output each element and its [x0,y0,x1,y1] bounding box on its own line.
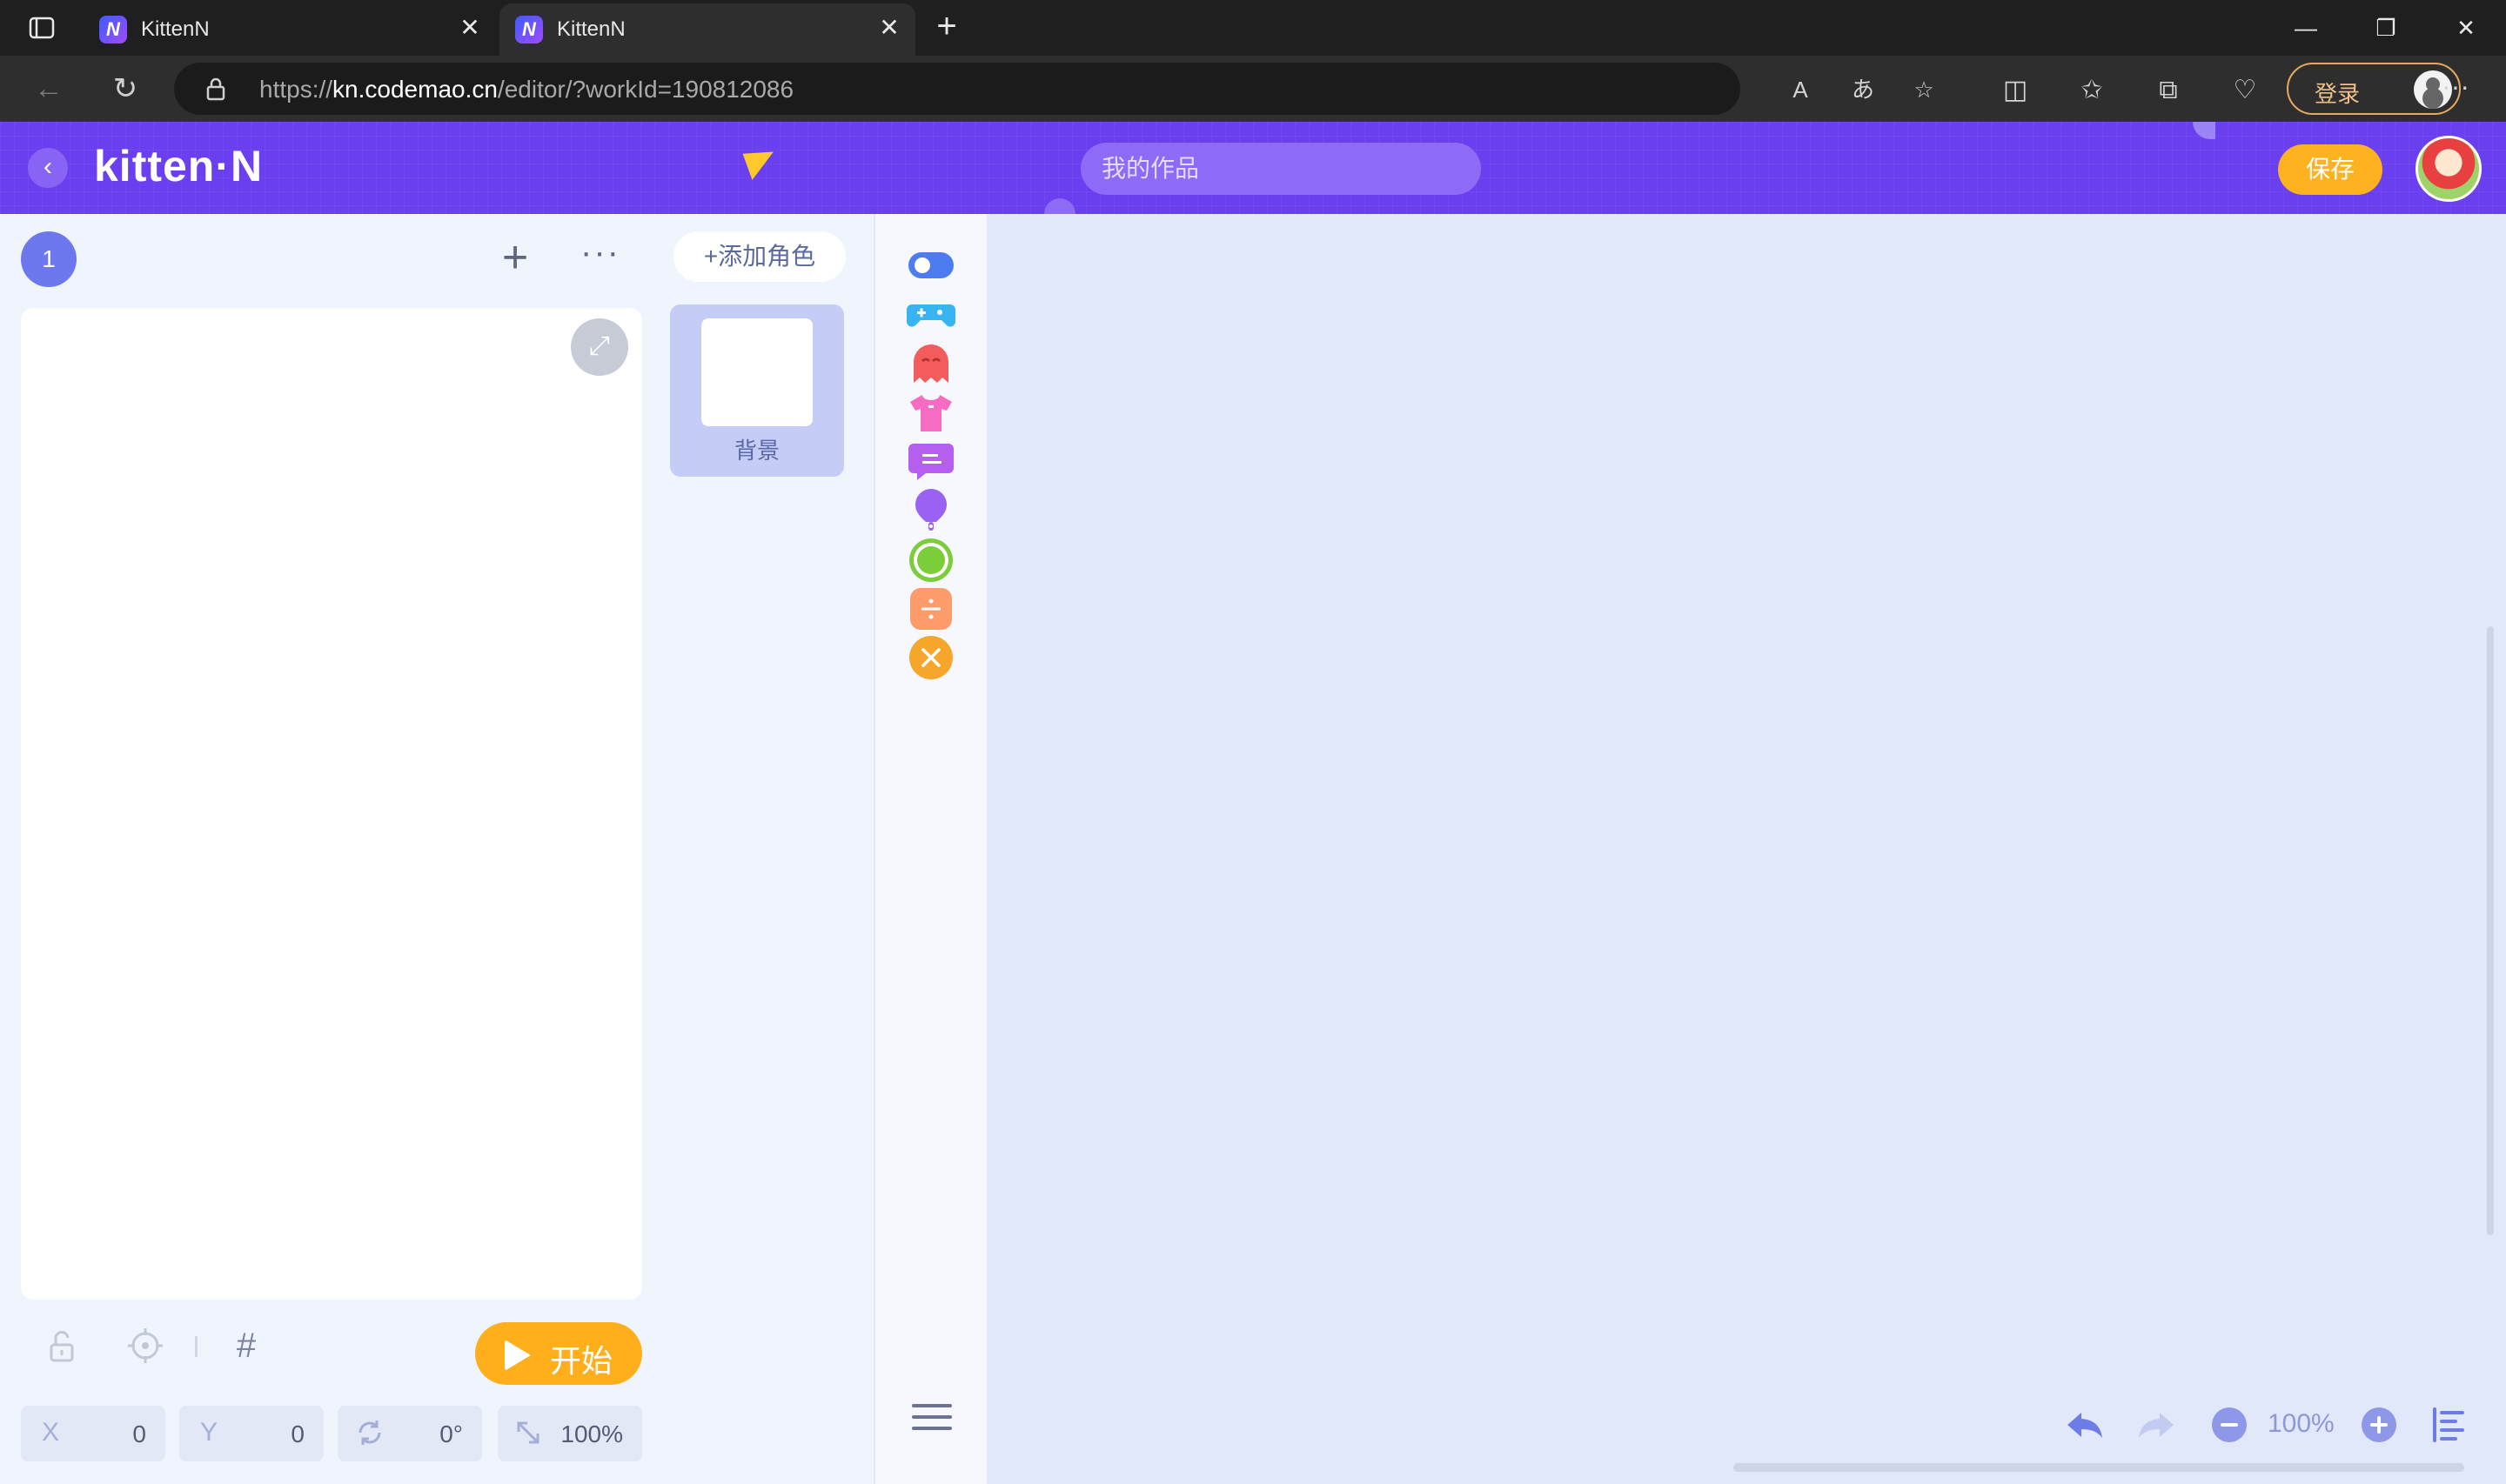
horizontal-scrollbar[interactable] [1733,1463,2464,1472]
stage-panel: 1 + ··· ⤢ # 开始 X 0 Y 0 0° 100% [0,214,658,1484]
translate-icon[interactable]: あ [1848,75,1878,104]
close-tab-icon[interactable]: ✕ [456,14,484,42]
tab-title: KittenN [557,17,626,41]
user-avatar[interactable] [2416,136,2482,202]
settings-more-icon[interactable]: ··· [2436,72,2475,108]
close-window-icon[interactable]: ✕ [2440,10,2492,45]
tab-kittenn-1[interactable]: N KittenN ✕ [84,3,496,56]
rotation-value: 0° [439,1420,463,1447]
sensing-icon[interactable] [905,534,957,586]
vertical-scrollbar[interactable] [2487,626,2494,1235]
browser-essentials-icon[interactable]: ♡ [2228,73,2262,108]
toolbar-divider [195,1336,198,1357]
appearance-icon[interactable] [905,386,957,438]
minimize-icon[interactable]: — [2280,10,2332,45]
url-scheme: https:// [259,76,333,103]
scale-value: 100% [560,1420,623,1447]
grid-icon[interactable]: # [224,1324,268,1367]
add-scene-icon[interactable]: + [492,235,538,282]
read-aloud-icon[interactable]: A [1786,75,1815,104]
url-host: kn.codemao.cn [332,76,498,103]
decorative-dot [2193,122,2215,139]
favorites-icon[interactable]: ✩ [2074,73,2109,108]
app-header: ‹ kitten·N 保存 [0,122,2506,230]
add-favorite-icon[interactable]: ☆ [1909,75,1939,104]
block-category-bar [875,214,987,1484]
event-icon[interactable] [905,238,957,291]
work-name-input[interactable] [1102,143,1458,195]
restore-icon[interactable]: ❐ [2360,10,2412,45]
sprite-card-background[interactable]: 背景 [670,304,844,477]
new-tab-icon[interactable]: + [929,9,964,45]
kitten-n-logo: kitten·N [94,142,264,191]
x-value: 0 [132,1420,146,1447]
split-screen-icon[interactable]: ◫ [1998,73,2033,108]
rotation-field[interactable]: 0° [338,1406,482,1461]
fullscreen-icon[interactable]: ⤢ [571,318,628,376]
profile-login-button[interactable]: 登录 [2287,63,2461,115]
sprite-list-panel: +添加角色 背景 [658,214,875,1484]
control-icon[interactable] [905,287,957,339]
y-position-field[interactable]: Y 0 [179,1406,324,1461]
url-text: https://kn.codemao.cn/editor/?workId=190… [259,76,794,104]
redo-icon[interactable] [2134,1402,2179,1447]
stage-canvas[interactable] [21,308,642,1300]
code-canvas[interactable] [987,214,2506,1484]
operator-icon[interactable] [905,583,957,635]
undo-icon[interactable] [2062,1402,2107,1447]
kittenn-favicon-icon: N [99,16,127,43]
lock-icon[interactable] [202,75,230,103]
add-sprite-button[interactable]: +添加角色 [673,231,846,282]
tab-title: KittenN [141,17,210,41]
scene-number-badge[interactable]: 1 [21,231,77,287]
browser-tab-strip: N KittenN ✕ N KittenN ✕ + — ❐ ✕ [0,0,2506,56]
arrange-blocks-icon[interactable] [2428,1402,2473,1447]
y-label: Y [200,1418,218,1447]
tab-actions-icon[interactable] [26,12,57,43]
rotation-icon [353,1416,386,1456]
sprite-thumbnail [701,318,813,426]
start-run-button[interactable]: 开始 [475,1322,642,1385]
editor-workspace: 1 + ··· ⤢ # 开始 X 0 Y 0 0° 100% +添加角色 背景 … [0,214,2506,1484]
back-arrow-icon[interactable]: ‹ [28,148,68,188]
more-options-icon[interactable]: ··· [578,235,623,282]
tab-kittenn-2[interactable]: N KittenN ✕ [499,3,915,56]
zoom-in-icon[interactable] [2356,1402,2402,1447]
back-icon[interactable]: ← [30,70,68,108]
address-bar[interactable]: https://kn.codemao.cn/editor/?workId=190… [174,63,1934,115]
decorative-triangle [742,144,781,180]
sprite-name: 背景 [734,438,780,464]
run-label: 开始 [550,1343,613,1379]
variable-icon[interactable] [905,632,957,684]
y-value: 0 [291,1420,305,1447]
play-icon [505,1340,531,1371]
sound-icon[interactable] [905,484,957,536]
scale-icon [513,1418,543,1454]
browser-toolbar: ← ↻ https://kn.codemao.cn/editor/?workId… [0,56,2506,122]
dialogue-icon[interactable] [905,435,957,487]
crosshair-icon[interactable] [124,1324,167,1367]
zoom-level: 100% [2268,1409,2335,1438]
x-label: X [42,1418,60,1447]
zoom-out-icon[interactable] [2207,1402,2252,1447]
scale-field[interactable]: 100% [498,1406,642,1461]
lock-stage-icon[interactable] [40,1324,84,1367]
action-icon[interactable] [905,338,957,390]
refresh-icon[interactable]: ↻ [106,70,144,108]
kittenn-favicon-icon: N [515,16,543,43]
login-label: 登录 [2315,81,2361,107]
url-path: /editor/?workId=190812086 [497,76,794,103]
menu-icon[interactable] [912,1404,952,1439]
close-tab-icon[interactable]: ✕ [875,14,903,42]
collections-icon[interactable]: ⧉ [2151,73,2186,108]
save-button[interactable]: 保存 [2278,144,2382,195]
work-name-field[interactable] [1081,143,1481,195]
x-position-field[interactable]: X 0 [21,1406,165,1461]
